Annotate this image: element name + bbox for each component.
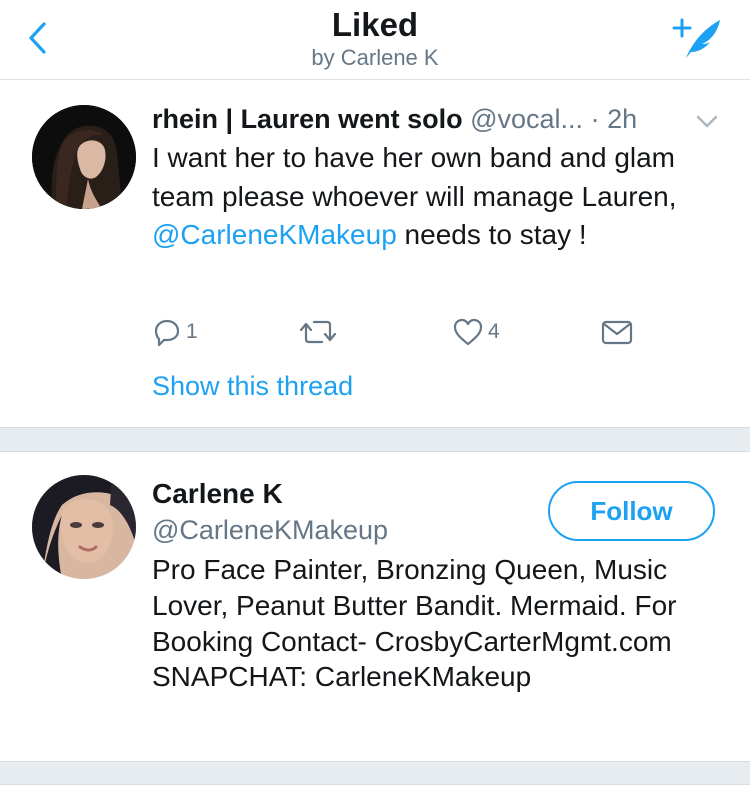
tweet-text-part: needs to stay ! [396, 219, 587, 250]
compose-button[interactable] [670, 14, 726, 62]
page-subtitle: by Carlene K [311, 45, 439, 70]
reply-count: 1 [186, 320, 198, 343]
retweet-button[interactable] [300, 315, 340, 349]
compose-quill-icon [672, 18, 720, 58]
avatar-photo [32, 475, 136, 579]
tweet-header: rhein | Lauren went solo @vocal... · 2h [152, 101, 637, 137]
tweet-text-part: I want her to have her own band and glam… [152, 142, 677, 212]
user-bio: Pro Face Painter, Bronzing Queen, Music … [152, 554, 677, 693]
section-divider [0, 427, 750, 452]
chevron-down-icon [696, 115, 718, 128]
mention-link[interactable]: @CarleneKMakeup [152, 219, 397, 250]
page-title: Liked [331, 6, 419, 43]
author-handle[interactable]: @vocal... [470, 104, 583, 134]
show-thread-link[interactable]: Show this thread [152, 368, 353, 404]
like-button[interactable]: 4 [452, 315, 500, 349]
user-card[interactable]: Carlene K @CarleneKMakeup Follow Pro Fac… [0, 452, 750, 761]
like-count: 4 [488, 320, 500, 343]
envelope-icon [601, 320, 633, 345]
tweet-card[interactable]: rhein | Lauren went solo @vocal... · 2h … [0, 81, 750, 427]
tweet-timestamp: · 2h [590, 104, 638, 134]
direct-message-button[interactable] [600, 315, 634, 349]
heart-icon [453, 318, 483, 346]
user-handle[interactable]: @CarleneKMakeup [152, 512, 388, 548]
section-divider [0, 761, 750, 785]
avatar-photo [32, 105, 136, 209]
avatar[interactable] [32, 475, 136, 579]
header-title-group: Liked by Carlene K [0, 6, 750, 72]
user-name[interactable]: Carlene K [152, 476, 283, 512]
tweet-menu-button[interactable] [694, 111, 720, 131]
top-nav-bar: Liked by Carlene K [0, 0, 750, 80]
retweet-icon [300, 320, 336, 344]
avatar[interactable] [32, 105, 136, 209]
follow-button[interactable]: Follow [548, 481, 715, 541]
reply-icon [154, 319, 180, 347]
reply-button[interactable]: 1 [152, 315, 198, 349]
author-name[interactable]: rhein | Lauren went solo [152, 104, 463, 134]
tweet-actions: 1 4 [152, 315, 652, 349]
tweet-text: I want her to have her own band and glam… [152, 139, 712, 255]
